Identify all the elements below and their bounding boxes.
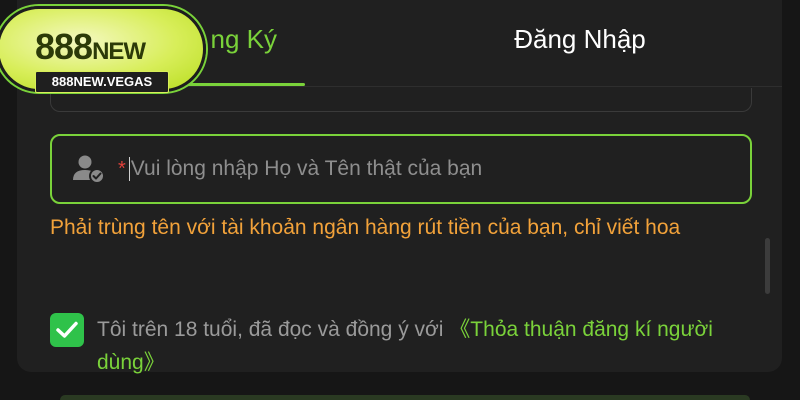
checkmark-icon: [56, 321, 78, 338]
fullname-field[interactable]: *: [50, 134, 752, 204]
logo-domain: 888NEW.VEGAS: [35, 71, 169, 93]
tab-login[interactable]: Đăng Nhập: [440, 24, 720, 88]
tab-login-label: Đăng Nhập: [514, 24, 646, 54]
brand-logo: 888NEW 888NEW.VEGAS: [0, 6, 206, 93]
fullname-hint: Phải trùng tên với tài khoản ngân hàng r…: [50, 216, 681, 239]
required-mark: *: [118, 157, 126, 180]
logo-wordmark: 888NEW: [35, 26, 146, 68]
submit-button[interactable]: [60, 395, 750, 400]
fullname-input[interactable]: [130, 157, 750, 181]
scrollbar-thumb[interactable]: [765, 238, 770, 294]
terms-statement: Tôi trên 18 tuổi, đã đọc và đồng ý với: [97, 318, 450, 341]
terms-text: Tôi trên 18 tuổi, đã đọc và đồng ý với 《…: [97, 313, 757, 379]
logo-number: 888: [35, 26, 93, 67]
tab-register-label: ng Ký: [210, 24, 278, 54]
text-caret: [128, 157, 130, 181]
user-verified-icon: [72, 154, 106, 184]
age-terms-checkbox[interactable]: [50, 313, 84, 347]
logo-suffix: NEW: [92, 38, 146, 65]
